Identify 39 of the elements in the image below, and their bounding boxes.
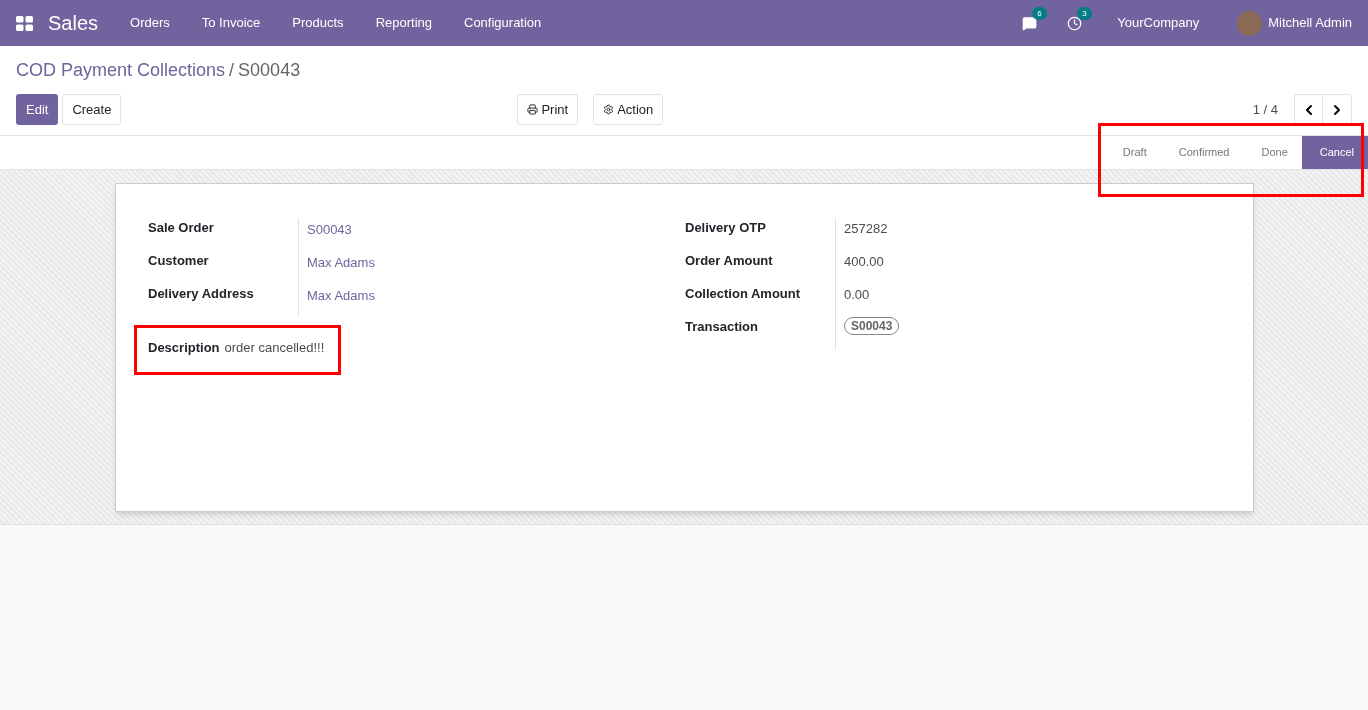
pager-value: 1 / 4 bbox=[1252, 100, 1278, 119]
user-name[interactable]: Mitchell Admin bbox=[1268, 13, 1352, 33]
field-link[interactable]: Max Adams bbox=[307, 284, 375, 306]
field-value: 0.00 bbox=[844, 286, 870, 304]
messages-icon[interactable] bbox=[1022, 15, 1038, 31]
field-label: Collection Amount bbox=[685, 285, 801, 303]
count-badge: 6 bbox=[1032, 6, 1047, 20]
field-value: order cancelled!!! bbox=[224, 339, 325, 357]
field-label: Description bbox=[148, 339, 220, 357]
breadcrumb-separator: / bbox=[229, 59, 235, 82]
nav-menu-item[interactable]: Orders bbox=[114, 13, 186, 33]
gear-icon bbox=[603, 104, 615, 115]
print-icon bbox=[527, 104, 539, 115]
count-badge: 3 bbox=[1077, 6, 1092, 20]
company-name[interactable]: YourCompany bbox=[1117, 13, 1200, 33]
apps-grid-icon[interactable] bbox=[16, 15, 33, 31]
field-label: Delivery Address bbox=[148, 285, 254, 303]
field-label: Order Amount bbox=[685, 252, 773, 270]
field-label: Sale Order bbox=[148, 219, 214, 237]
nav-menu-item[interactable]: To Invoice bbox=[185, 13, 277, 33]
nav-menu-item[interactable]: Reporting bbox=[359, 13, 448, 33]
nav-menu-item[interactable]: Products bbox=[276, 13, 360, 33]
field-label: Transaction bbox=[685, 318, 758, 336]
field-value: 400.00 bbox=[844, 253, 884, 271]
field-link[interactable]: S00043 bbox=[307, 218, 352, 240]
status-stage[interactable]: Cancel bbox=[1301, 136, 1368, 169]
breadcrumb-link[interactable]: COD Payment Collections bbox=[16, 57, 226, 84]
app-name[interactable]: Sales bbox=[48, 8, 99, 38]
breadcrumb-current: S00043 bbox=[238, 59, 301, 82]
field-label: Customer bbox=[148, 252, 209, 270]
activities-icon[interactable] bbox=[1067, 15, 1083, 31]
nav-menu-item[interactable]: Configuration bbox=[448, 13, 558, 33]
edit-button[interactable]: Edit bbox=[16, 94, 59, 125]
create-button[interactable]: Create bbox=[62, 94, 122, 125]
field-value: 257282 bbox=[844, 220, 888, 238]
field-label: Delivery OTP bbox=[685, 219, 766, 237]
field-link[interactable]: Max Adams bbox=[307, 251, 375, 273]
print-button[interactable]: Print bbox=[517, 94, 579, 125]
action-button[interactable]: Action bbox=[593, 94, 664, 125]
